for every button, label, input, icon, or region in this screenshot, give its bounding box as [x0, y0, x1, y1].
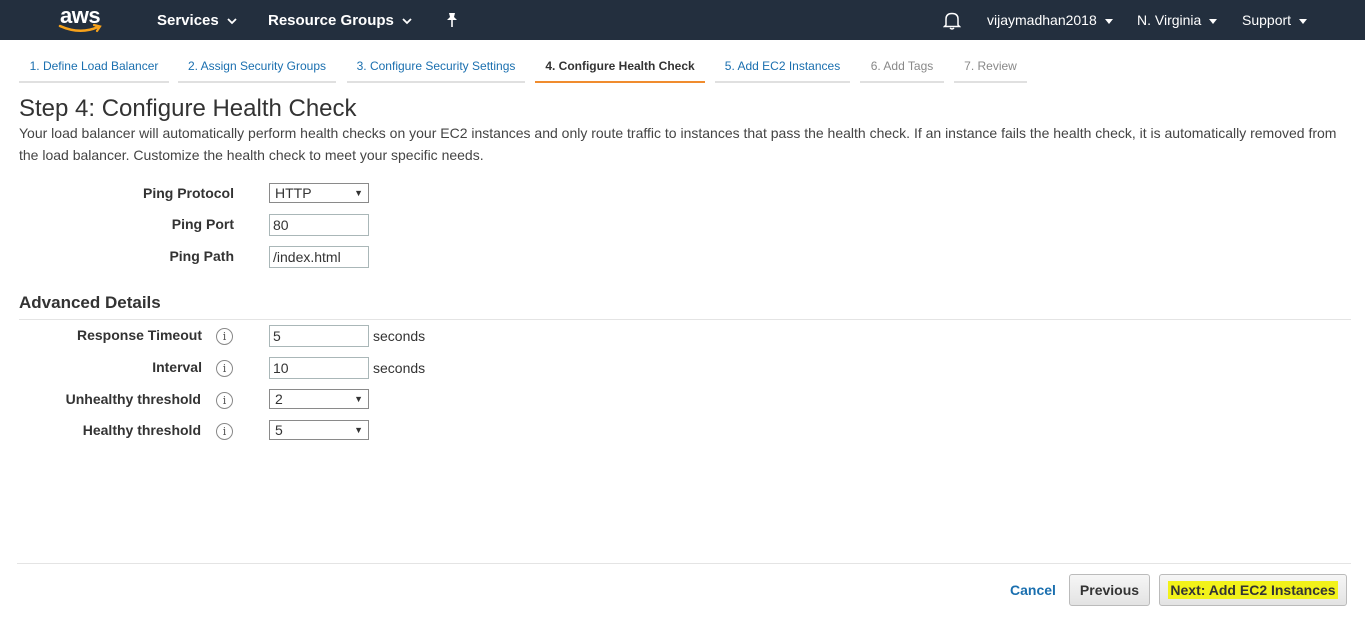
ping-path-label: Ping Path	[169, 248, 234, 264]
chevron-down-icon	[1104, 12, 1113, 28]
tab-review: 7. Review	[954, 55, 1027, 83]
ping-protocol-value: HTTP	[275, 185, 312, 201]
resource-groups-label: Resource Groups	[268, 11, 394, 29]
support-menu[interactable]: Support	[1242, 0, 1308, 40]
services-menu[interactable]: Services	[157, 0, 237, 40]
ping-protocol-label: Ping Protocol	[143, 185, 234, 201]
ping-protocol-select[interactable]: HTTP ▼	[269, 183, 369, 203]
advanced-details-heading: Advanced Details	[19, 293, 161, 312]
username: vijaymadhan2018	[987, 12, 1097, 28]
region-menu[interactable]: N. Virginia	[1137, 0, 1218, 40]
page-title: Step 4: Configure Health Check	[19, 95, 357, 122]
ping-port-label: Ping Port	[171, 216, 234, 232]
resource-groups-menu[interactable]: Resource Groups	[268, 0, 412, 40]
top-nav-bar: aws Services Resource Groups vijaymadhan…	[0, 0, 1365, 40]
healthy-threshold-select[interactable]: 5 ▼	[269, 420, 369, 440]
info-icon[interactable]: i	[216, 328, 233, 345]
support-label: Support	[1242, 12, 1292, 28]
aws-smile-icon	[58, 23, 102, 33]
tab-assign-security-groups[interactable]: 2. Assign Security Groups	[178, 55, 336, 83]
ping-port-input[interactable]	[269, 214, 369, 236]
region-label: N. Virginia	[1137, 12, 1202, 28]
next-add-ec2-instances-button[interactable]: Next: Add EC2 Instances	[1159, 574, 1347, 606]
chevron-down-icon	[402, 12, 412, 29]
dropdown-arrow-icon: ▼	[354, 394, 363, 404]
info-icon[interactable]: i	[216, 423, 233, 440]
chevron-down-icon	[1209, 12, 1218, 28]
next-button-label: Next: Add EC2 Instances	[1168, 581, 1338, 599]
chevron-down-icon	[227, 12, 237, 29]
tab-add-ec2-instances[interactable]: 5. Add EC2 Instances	[715, 55, 850, 83]
dropdown-arrow-icon: ▼	[354, 425, 363, 435]
previous-button[interactable]: Previous	[1069, 574, 1150, 606]
tab-configure-security-settings[interactable]: 3. Configure Security Settings	[347, 55, 525, 83]
notification-bell-icon[interactable]	[943, 0, 961, 40]
info-icon[interactable]: i	[216, 360, 233, 377]
interval-label: Interval	[152, 359, 202, 375]
pin-icon[interactable]	[445, 0, 459, 40]
response-timeout-label: Response Timeout	[77, 327, 202, 343]
cancel-button[interactable]: Cancel	[1010, 582, 1056, 598]
footer-divider	[17, 563, 1351, 564]
unhealthy-threshold-label: Unhealthy threshold	[65, 391, 201, 407]
healthy-threshold-label: Healthy threshold	[82, 422, 201, 438]
response-timeout-input[interactable]	[269, 325, 369, 347]
services-label: Services	[157, 11, 219, 29]
info-icon[interactable]: i	[216, 392, 233, 409]
healthy-threshold-value: 5	[275, 422, 283, 438]
unhealthy-threshold-value: 2	[275, 391, 283, 407]
interval-input[interactable]	[269, 357, 369, 379]
response-timeout-unit: seconds	[373, 328, 426, 344]
unhealthy-threshold-select[interactable]: 2 ▼	[269, 389, 369, 409]
ping-path-input[interactable]	[269, 246, 369, 268]
page-description: Your load balancer will automatically pe…	[19, 125, 1337, 163]
tab-configure-health-check[interactable]: 4. Configure Health Check	[535, 55, 705, 83]
interval-unit: seconds	[373, 360, 426, 376]
tab-define-load-balancer[interactable]: 1. Define Load Balancer	[19, 55, 169, 83]
tab-add-tags: 6. Add Tags	[860, 55, 944, 83]
wizard-steps: 1. Define Load Balancer 2. Assign Securi…	[0, 40, 1365, 83]
user-menu[interactable]: vijaymadhan2018	[987, 0, 1113, 40]
section-divider	[19, 319, 1351, 320]
chevron-down-icon	[1299, 12, 1308, 28]
dropdown-arrow-icon: ▼	[354, 188, 363, 198]
aws-logo[interactable]: aws	[58, 3, 104, 35]
